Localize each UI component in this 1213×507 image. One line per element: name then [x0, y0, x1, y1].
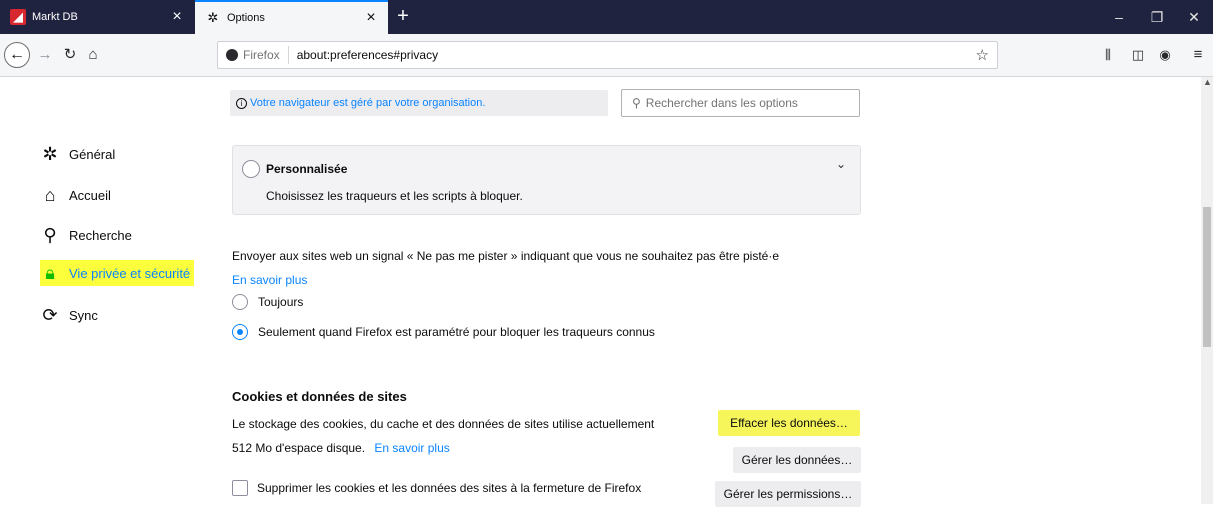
custom-blocking-panel[interactable]: Personnalisée Choisissez les traqueurs e…: [232, 145, 861, 215]
info-icon: i: [236, 97, 247, 109]
managed-policy-notice[interactable]: i Votre navigateur est géré par votre or…: [230, 90, 608, 116]
cookies-section-title: Cookies et données de sites: [232, 389, 407, 404]
gear-icon: ✲: [207, 10, 219, 25]
cookies-usage-text: Le stockage des cookies, du cache et des…: [232, 417, 655, 431]
radio-label: Toujours: [258, 295, 304, 309]
tab-markt-db[interactable]: ◢ Markt DB ×: [0, 0, 194, 34]
identity-box[interactable]: Firefox: [218, 46, 289, 64]
search-options-input[interactable]: ⚲ Rechercher dans les options: [621, 89, 860, 117]
search-placeholder: Rechercher dans les options: [645, 96, 798, 110]
scrollbar-thumb[interactable]: [1203, 207, 1211, 347]
sidebar-item-search[interactable]: ⚲ Recherche: [40, 222, 132, 248]
library-icon[interactable]: ⫼: [1097, 43, 1119, 67]
restore-button[interactable]: ❐: [1138, 0, 1176, 34]
cookies-learn-more-link[interactable]: En savoir plus: [374, 441, 449, 455]
custom-blocking-title: Personnalisée: [266, 162, 348, 176]
navigation-toolbar: ← → ↻ ⌂ Firefox about:preferences#privac…: [0, 34, 1213, 77]
sync-icon: ⟳: [42, 304, 58, 325]
manage-permissions-button[interactable]: Gérer les permissions…: [715, 481, 861, 507]
sidebar-item-sync[interactable]: ⟳ Sync: [40, 302, 98, 328]
scroll-up-icon[interactable]: ▲: [1203, 77, 1212, 87]
radio-button[interactable]: [232, 294, 248, 310]
home-button[interactable]: ⌂: [82, 43, 104, 67]
custom-blocking-description: Choisissez les traqueurs et les scripts …: [266, 189, 523, 203]
sidebar-item-privacy[interactable]: 🔒︎ Vie privée et sécurité: [40, 260, 195, 286]
tab-label: Options: [227, 12, 265, 24]
chevron-down-icon[interactable]: ⌄: [836, 157, 846, 171]
menu-icon[interactable]: ≡: [1187, 43, 1209, 67]
close-window-button[interactable]: ✕: [1175, 0, 1213, 34]
markt-db-favicon: ◢: [10, 9, 26, 25]
forward-button[interactable]: →: [34, 43, 56, 67]
close-tab-icon[interactable]: ×: [166, 8, 188, 26]
search-icon: ⚲: [43, 224, 57, 245]
new-tab-button[interactable]: +: [390, 4, 416, 30]
sidebar-item-label: Accueil: [69, 187, 111, 203]
sidebar-item-label: Recherche: [69, 227, 132, 243]
sidebar-item-general[interactable]: ✲ Général: [40, 141, 115, 167]
tab-options[interactable]: ✲ Options ×: [195, 0, 388, 34]
managed-notice-text: Votre navigateur est géré par votre orga…: [250, 97, 486, 109]
sidebar-item-label: Sync: [69, 307, 98, 323]
checkbox[interactable]: [232, 480, 248, 496]
gear-icon: ✲: [42, 143, 58, 164]
sidebar-item-label: Vie privée et sécurité: [69, 265, 191, 281]
tab-label: Markt DB: [32, 11, 78, 23]
identity-label: Firefox: [243, 48, 280, 62]
search-icon: ⚲: [632, 96, 641, 110]
home-icon: ⌂: [44, 184, 56, 205]
manage-data-button[interactable]: Gérer les données…: [733, 447, 861, 473]
sidebar-toggle-icon[interactable]: ◫: [1127, 43, 1149, 67]
minimize-button[interactable]: –: [1100, 0, 1138, 34]
disk-usage-text: 512 Mo d'espace disque.: [232, 441, 366, 455]
sidebar-item-home[interactable]: ⌂ Accueil: [40, 182, 111, 208]
back-button[interactable]: ←: [4, 42, 30, 68]
tab-strip: ◢ Markt DB × ✲ Options × + – ❐ ✕: [0, 0, 1213, 34]
sidebar-item-label: Général: [69, 146, 116, 162]
bookmark-star-icon[interactable]: ☆: [976, 46, 989, 64]
dnt-option-when-blocking[interactable]: Seulement quand Firefox est paramétré po…: [232, 324, 655, 340]
preferences-page: ✲ Général ⌂ Accueil ⚲ Recherche 🔒︎ Vie p…: [0, 77, 1213, 507]
reload-button[interactable]: ↻: [59, 43, 81, 67]
clear-data-button[interactable]: Effacer les données…: [718, 410, 860, 436]
close-tab-icon[interactable]: ×: [360, 9, 382, 27]
cookies-usage-text-2: 512 Mo d'espace disque. En savoir plus: [232, 441, 450, 455]
url-text[interactable]: about:preferences#privacy: [289, 48, 438, 62]
account-icon[interactable]: ◉: [1154, 43, 1176, 67]
page-scrollbar[interactable]: ▲: [1201, 77, 1213, 504]
radio-label: Seulement quand Firefox est paramétré po…: [258, 325, 655, 339]
dnt-learn-more-link[interactable]: En savoir plus: [232, 273, 307, 287]
url-bar[interactable]: Firefox about:preferences#privacy ☆: [217, 41, 998, 69]
dnt-option-always[interactable]: Toujours: [232, 294, 303, 310]
lock-icon: 🔒︎: [45, 262, 55, 283]
checkbox-label: Supprimer les cookies et les données des…: [257, 481, 642, 495]
custom-blocking-radio[interactable]: [242, 160, 260, 178]
dnt-description: Envoyer aux sites web un signal « Ne pas…: [232, 249, 779, 263]
delete-cookies-on-close-option[interactable]: Supprimer les cookies et les données des…: [232, 480, 641, 496]
radio-button-checked[interactable]: [232, 324, 248, 340]
firefox-icon: [226, 49, 238, 61]
